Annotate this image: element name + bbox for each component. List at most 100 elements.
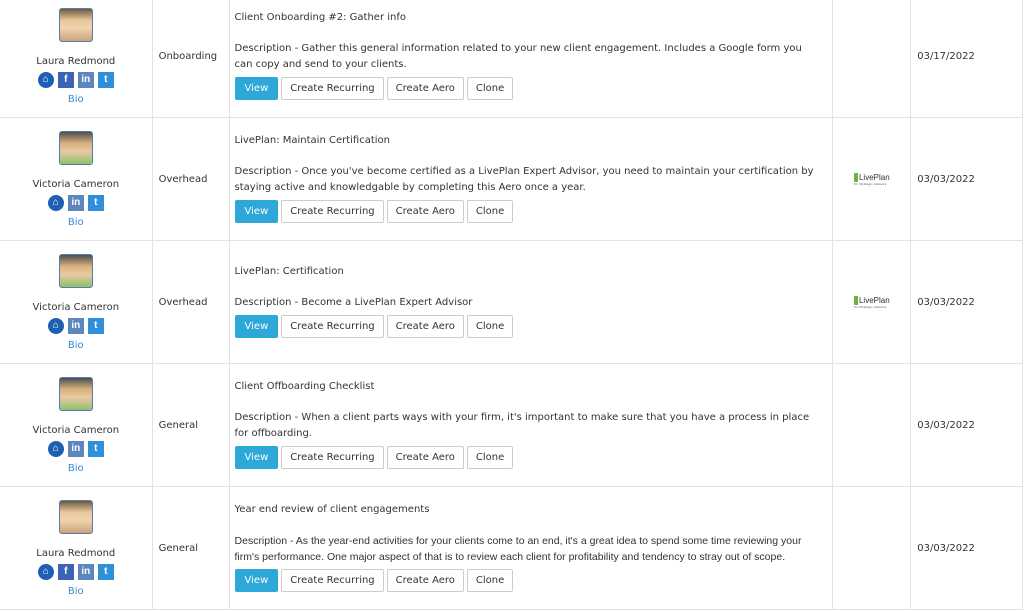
task-description: Description - Gather this general inform… (234, 43, 802, 70)
logo-cell (832, 0, 912, 118)
category: Onboarding (151, 0, 230, 118)
social-links: ⌂ in t (0, 194, 152, 211)
logo-cell (832, 363, 912, 487)
user-cell: Victoria Cameron ⌂ in t Bio (0, 240, 153, 364)
user-cell: Victoria Cameron ⌂ in t Bio (0, 117, 153, 241)
create-recurring-button[interactable]: Create Recurring (281, 446, 384, 469)
create-aero-button[interactable]: Create Aero (386, 569, 464, 592)
home-icon[interactable]: ⌂ (37, 563, 54, 580)
bio-link[interactable]: Bio (0, 463, 152, 474)
avatar[interactable] (58, 130, 93, 165)
table-row: Victoria Cameron ⌂ in t Bio Overhead Liv… (0, 117, 1023, 241)
social-links: ⌂ f in t (0, 71, 152, 88)
home-icon[interactable]: ⌂ (47, 317, 64, 334)
task-description: Description - As the year-end activities… (234, 535, 802, 563)
home-icon[interactable]: ⌂ (47, 194, 64, 211)
twitter-icon[interactable]: t (97, 71, 114, 88)
liveplan-logo: LivePlan for Strategic Advisors (853, 172, 890, 186)
date: 03/03/2022 (910, 117, 1023, 241)
twitter-icon[interactable]: t (87, 317, 104, 334)
date: 03/03/2022 (910, 240, 1023, 364)
date: 03/17/2022 (910, 0, 1023, 118)
facebook-icon[interactable]: f (57, 563, 74, 580)
user-cell: Victoria Cameron ⌂ in t Bio (0, 363, 153, 487)
clone-button[interactable]: Clone (466, 315, 514, 338)
category: Overhead (151, 117, 230, 241)
twitter-icon[interactable]: t (87, 194, 104, 211)
avatar[interactable] (58, 499, 93, 534)
create-aero-button[interactable]: Create Aero (386, 315, 464, 338)
task-description: Description - Become a LivePlan Expert A… (234, 297, 473, 308)
create-recurring-button[interactable]: Create Recurring (281, 315, 384, 338)
user-name: Victoria Cameron (32, 424, 120, 436)
task-title: Year end review of client engagements (234, 504, 430, 515)
view-button[interactable]: View (234, 200, 279, 223)
category: Overhead (151, 240, 230, 364)
twitter-icon[interactable]: t (87, 440, 104, 457)
bio-link[interactable]: Bio (0, 586, 152, 597)
facebook-icon[interactable]: f (57, 71, 74, 88)
table-row: Laura Redmond ⌂ f in t Bio Onboarding Cl… (0, 0, 1023, 118)
user-name: Laura Redmond (36, 547, 116, 559)
linkedin-icon[interactable]: in (67, 317, 84, 334)
category: General (151, 486, 230, 610)
view-button[interactable]: View (234, 569, 279, 592)
user-name: Laura Redmond (36, 55, 116, 67)
avatar[interactable] (58, 376, 93, 411)
clone-button[interactable]: Clone (466, 569, 514, 592)
user-name: Victoria Cameron (32, 301, 120, 313)
leaf-icon (853, 295, 858, 305)
home-icon[interactable]: ⌂ (47, 440, 64, 457)
create-recurring-button[interactable]: Create Recurring (281, 77, 384, 100)
view-button[interactable]: View (234, 77, 279, 100)
table-row: Victoria Cameron ⌂ in t Bio General Clie… (0, 363, 1023, 487)
task-cell: Year end review of client engagements De… (228, 486, 834, 610)
social-links: ⌂ f in t (0, 563, 152, 580)
task-title: LivePlan: Maintain Certification (234, 135, 390, 146)
linkedin-icon[interactable]: in (77, 71, 94, 88)
task-cell: Client Onboarding #2: Gather info Descri… (228, 0, 834, 118)
home-icon[interactable]: ⌂ (37, 71, 54, 88)
create-recurring-button[interactable]: Create Recurring (281, 200, 384, 223)
aero-table: Laura Redmond ⌂ f in t Bio Onboarding Cl… (0, 0, 1023, 610)
user-name: Victoria Cameron (32, 178, 120, 190)
bio-link[interactable]: Bio (0, 94, 152, 105)
table-row: Victoria Cameron ⌂ in t Bio Overhead Liv… (0, 240, 1023, 364)
task-cell: LivePlan: Maintain Certification Descrip… (228, 117, 834, 241)
clone-button[interactable]: Clone (466, 446, 514, 469)
task-cell: Client Offboarding Checklist Description… (228, 363, 834, 487)
avatar[interactable] (58, 253, 93, 288)
social-links: ⌂ in t (0, 440, 152, 457)
bio-link[interactable]: Bio (0, 217, 152, 228)
clone-button[interactable]: Clone (466, 77, 514, 100)
clone-button[interactable]: Clone (466, 200, 514, 223)
create-aero-button[interactable]: Create Aero (386, 200, 464, 223)
task-title: Client Offboarding Checklist (234, 381, 375, 392)
task-description: Description - When a client parts ways w… (234, 412, 810, 439)
create-aero-button[interactable]: Create Aero (386, 446, 464, 469)
category: General (151, 363, 230, 487)
user-cell: Laura Redmond ⌂ f in t Bio (0, 0, 153, 118)
logo-cell (832, 486, 912, 610)
view-button[interactable]: View (234, 446, 279, 469)
create-aero-button[interactable]: Create Aero (386, 77, 464, 100)
twitter-icon[interactable]: t (97, 563, 114, 580)
linkedin-icon[interactable]: in (77, 563, 94, 580)
logo-cell: LivePlan for Strategic Advisors (832, 240, 912, 364)
linkedin-icon[interactable]: in (67, 440, 84, 457)
leaf-icon (853, 172, 858, 182)
task-title: Client Onboarding #2: Gather info (234, 12, 406, 23)
date: 03/03/2022 (910, 486, 1023, 610)
liveplan-logo: LivePlan for Strategic Advisors (853, 295, 890, 309)
create-recurring-button[interactable]: Create Recurring (281, 569, 384, 592)
linkedin-icon[interactable]: in (67, 194, 84, 211)
view-button[interactable]: View (234, 315, 279, 338)
table-row: Laura Redmond ⌂ f in t Bio General Year … (0, 486, 1023, 610)
logo-cell: LivePlan for Strategic Advisors (832, 117, 912, 241)
bio-link[interactable]: Bio (0, 340, 152, 351)
avatar[interactable] (58, 7, 93, 42)
task-cell: LivePlan: Certification Description - Be… (228, 240, 834, 364)
task-title: LivePlan: Certification (234, 266, 344, 277)
user-cell: Laura Redmond ⌂ f in t Bio (0, 486, 153, 610)
task-description: Description - Once you've become certifi… (234, 166, 814, 193)
